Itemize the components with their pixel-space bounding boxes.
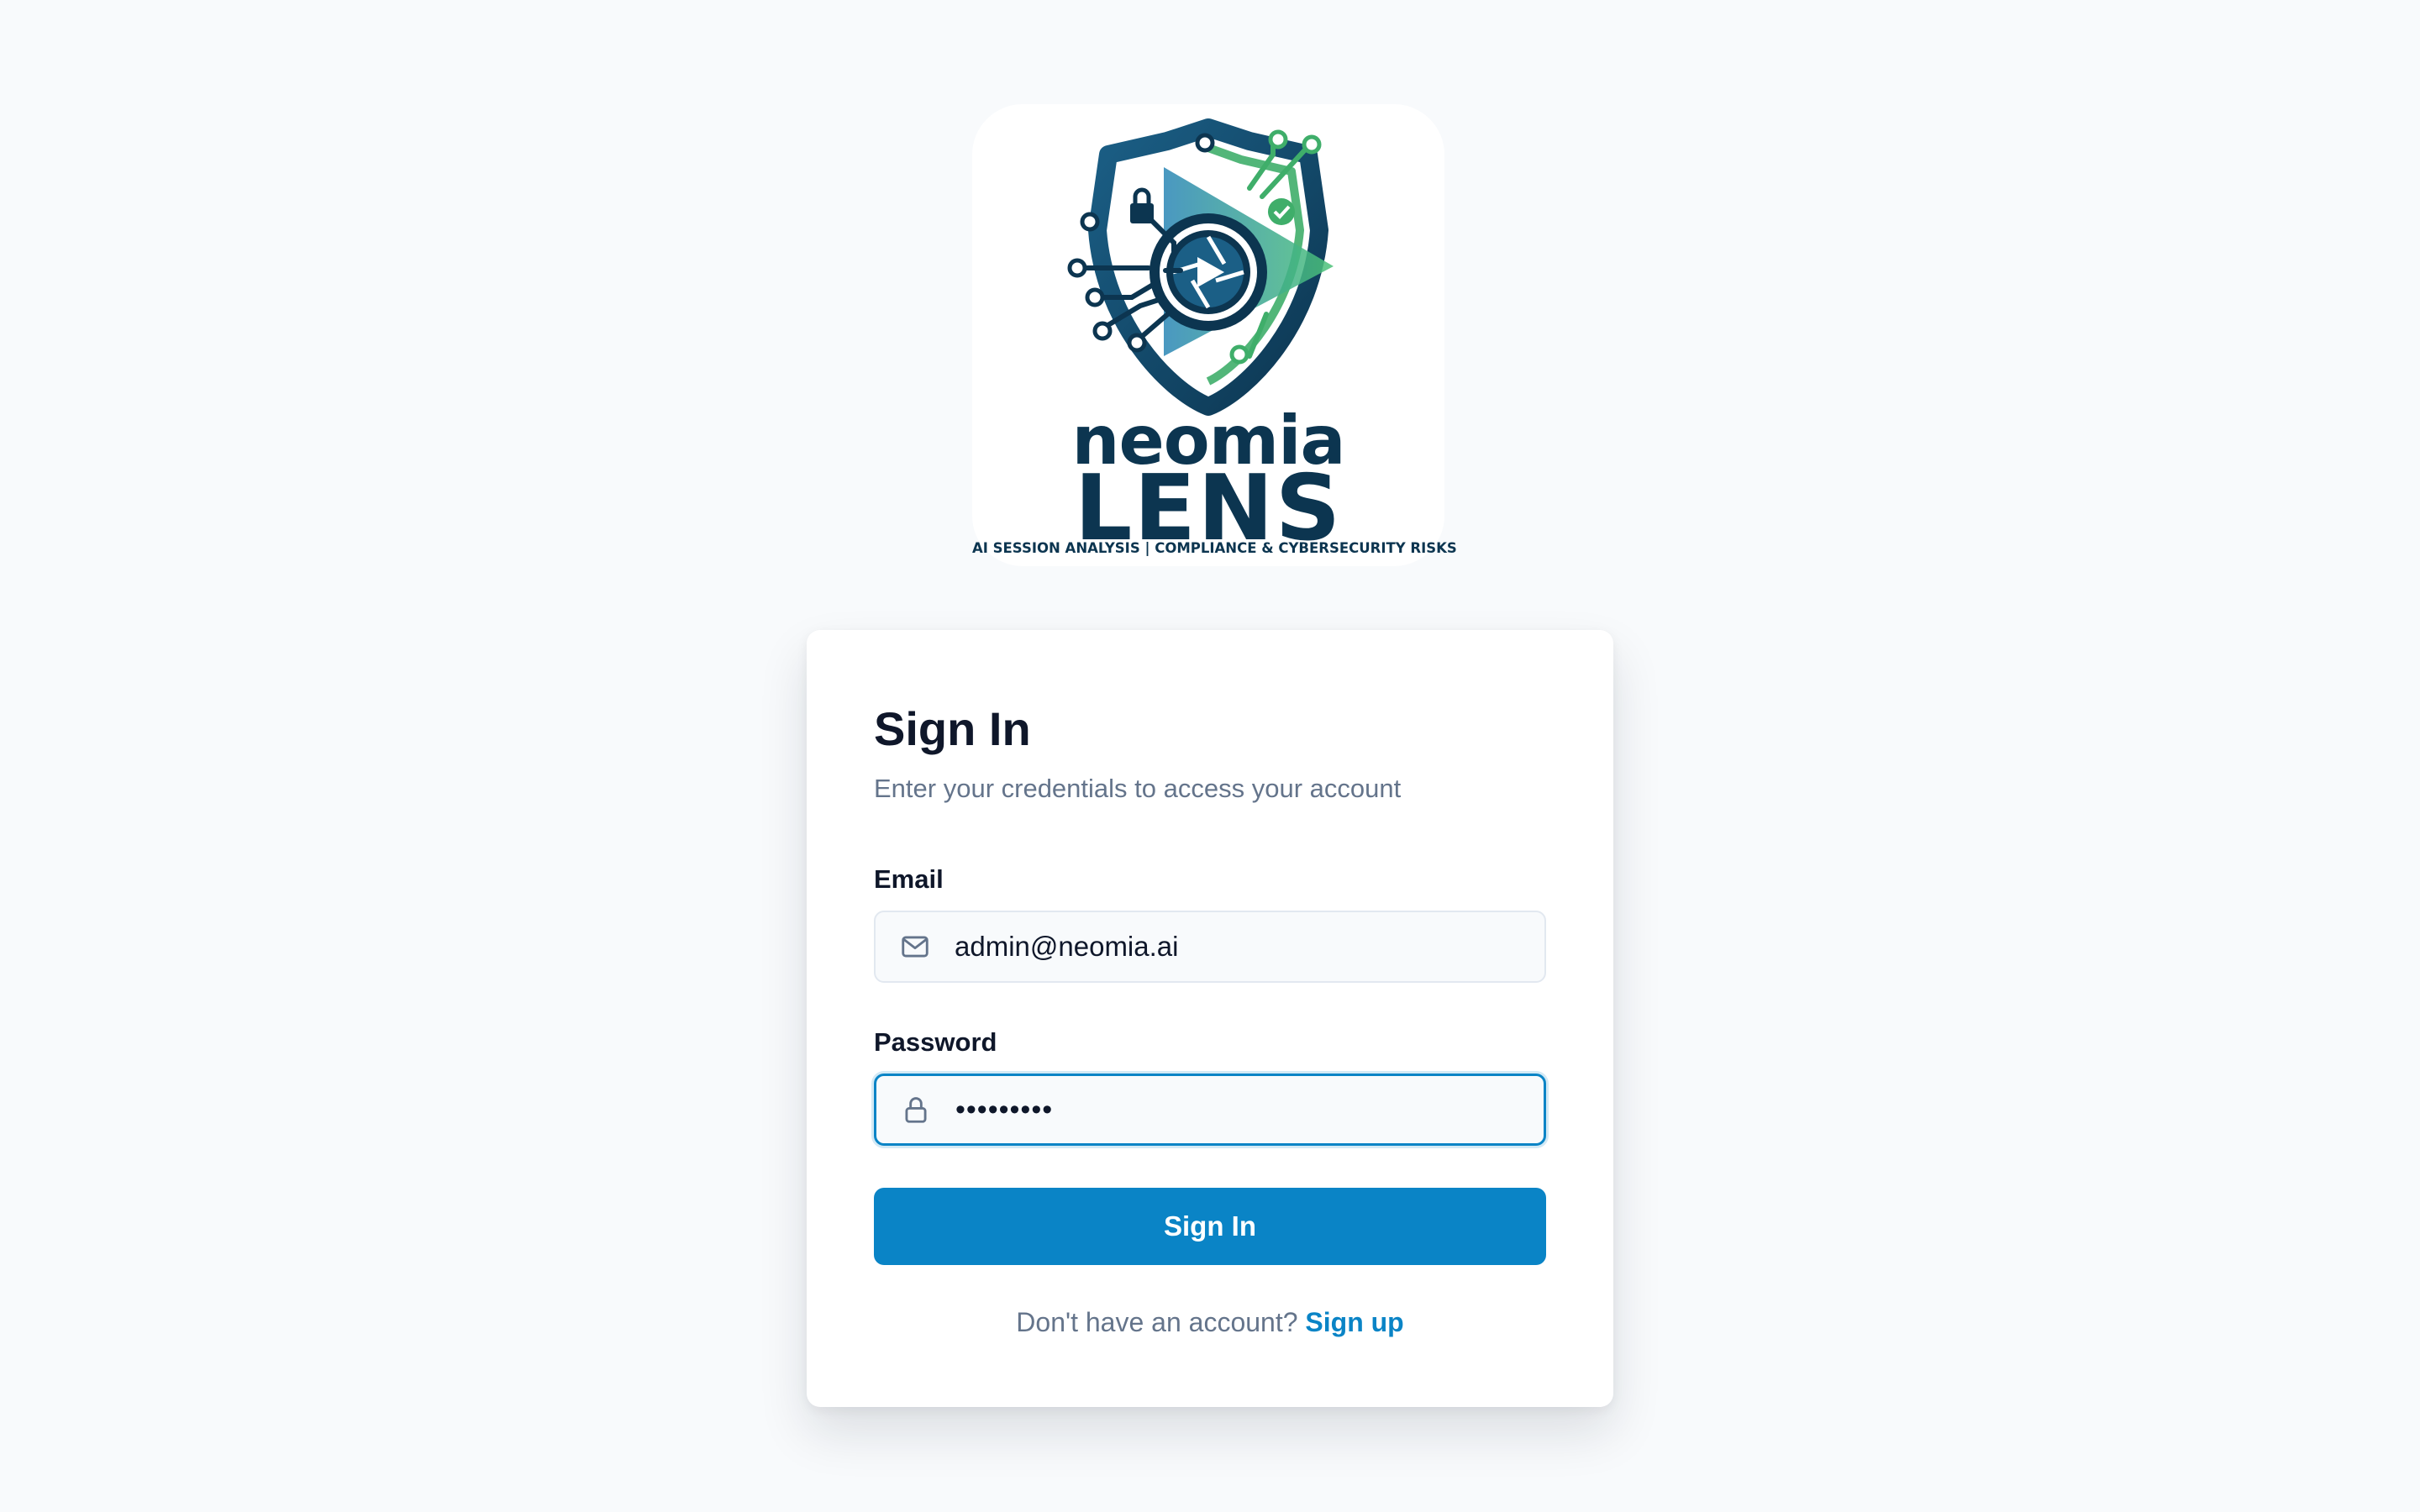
email-value: admin@neomia.ai bbox=[955, 931, 1179, 962]
email-label: Email bbox=[874, 864, 944, 894]
sign-in-button[interactable]: Sign In bbox=[874, 1188, 1546, 1265]
mail-icon bbox=[902, 936, 929, 958]
signup-prompt-text: Don't have an account? bbox=[1016, 1307, 1298, 1337]
email-field[interactable]: admin@neomia.ai bbox=[874, 911, 1546, 983]
password-field[interactable]: ••••••••• bbox=[874, 1074, 1546, 1146]
password-label: Password bbox=[874, 1027, 997, 1057]
page-subtitle: Enter your credentials to access your ac… bbox=[874, 774, 1402, 803]
logo-tagline: AI SESSION ANALYSIS | COMPLIANCE & CYBER… bbox=[972, 540, 1457, 556]
sign-up-link[interactable]: Sign up bbox=[1305, 1307, 1403, 1337]
sign-in-card: Sign In Enter your credentials to access… bbox=[807, 630, 1613, 1407]
brand-logo: neomia LENS AI SESSION ANALYSIS | COMPLI… bbox=[972, 104, 1457, 566]
signup-prompt-row: Don't have an account? Sign up bbox=[807, 1306, 1613, 1338]
lock-icon bbox=[905, 1097, 927, 1123]
page-title: Sign In bbox=[874, 702, 1031, 755]
password-value: ••••••••• bbox=[955, 1093, 1054, 1126]
